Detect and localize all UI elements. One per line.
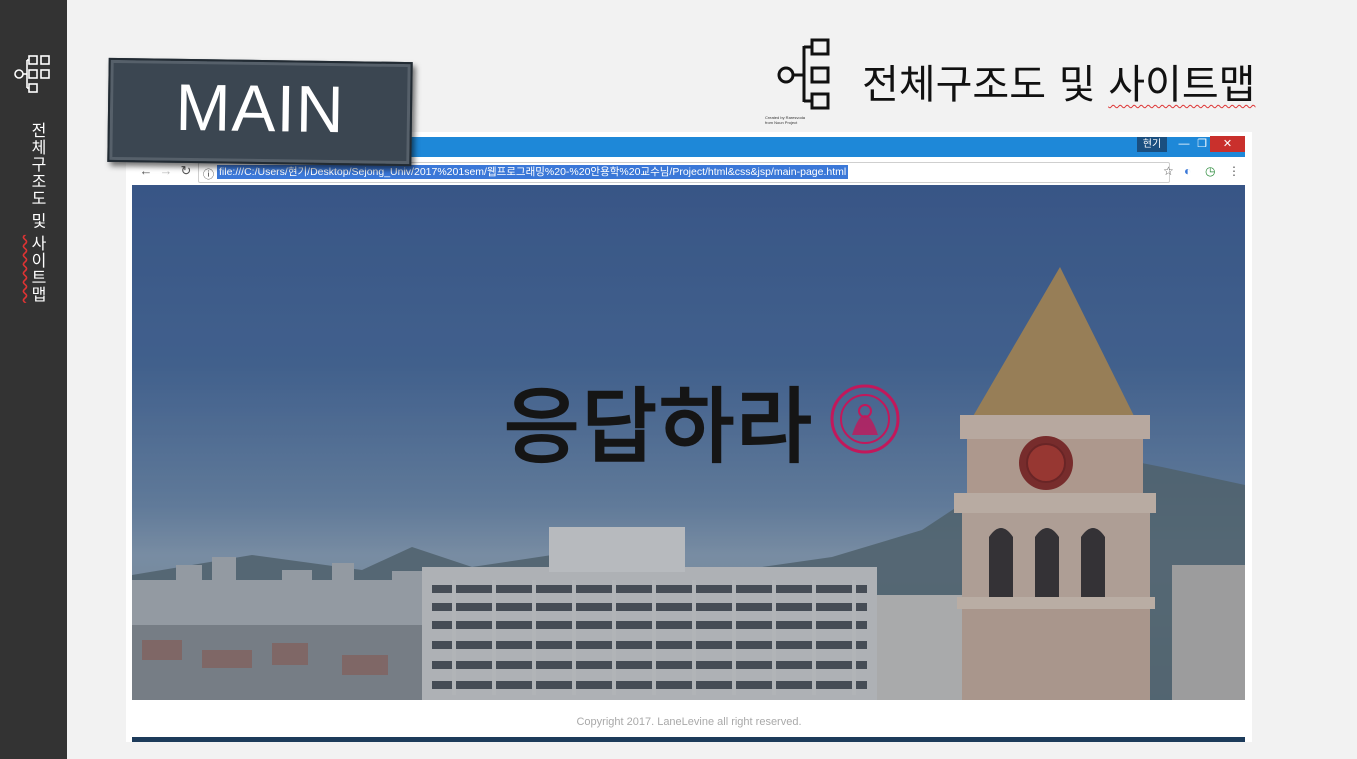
menu-icon[interactable]: ⋮ xyxy=(1228,164,1240,178)
star-icon[interactable]: ☆ xyxy=(1163,164,1174,178)
extension-icon[interactable]: ◐ xyxy=(1184,164,1191,178)
footer-copyright: Copyright 2017. LaneLevine all right res… xyxy=(576,716,802,728)
page-title: 전체구조도 및 사이트맵 xyxy=(862,52,1255,110)
minimize-icon[interactable]: — xyxy=(1174,136,1194,152)
arrow-right-icon[interactable]: → xyxy=(158,163,174,178)
extension-icon[interactable]: ◷ xyxy=(1205,164,1215,178)
address-text[interactable]: file:///C:/Users/현기/Desktop/Sejong_Univ/… xyxy=(217,165,849,179)
taskbar xyxy=(132,737,1245,742)
reload-icon[interactable]: ↻ xyxy=(178,163,194,179)
arrow-left-icon[interactable]: ← xyxy=(138,163,154,178)
icon-credit-line2: from Noun Project xyxy=(765,120,798,125)
page-title-marked: 사이트맵 xyxy=(1108,62,1256,108)
sidebar-title-marked: 사이트맵 xyxy=(28,234,45,303)
sitemap-icon xyxy=(14,55,50,93)
close-icon[interactable]: ✕ xyxy=(1210,136,1245,152)
section-label: MAIN xyxy=(175,69,346,147)
hero-logo-text: 응답하라 xyxy=(504,380,814,475)
page-title-prefix: 전체구조도 및 xyxy=(862,62,1109,108)
browser-screenshot: 현기 — ❐ ✕ ← → ↻ ⓘ file:///C:/Users/현기/Des… xyxy=(126,132,1252,742)
profile-chip[interactable]: 현기 xyxy=(1137,137,1167,152)
sidebar-title: 전체구조도 및 사이트맵 xyxy=(24,122,48,303)
left-rail: 전체구조도 및 사이트맵 xyxy=(0,0,67,759)
sitemap-icon xyxy=(777,38,830,110)
icon-credit: Created by Raresvoda from Noun Project xyxy=(765,115,825,125)
browser-titlebar xyxy=(284,137,1245,157)
campus-scene: 응답하라 xyxy=(132,185,1245,700)
university-seal-icon xyxy=(830,384,900,454)
section-label-plaque: MAIN xyxy=(107,57,413,167)
maximize-icon[interactable]: ❐ xyxy=(1192,136,1212,152)
hero-image: 응답하라 xyxy=(132,185,1245,700)
info-icon[interactable]: ⓘ xyxy=(203,166,214,182)
sidebar-title-prefix: 전체구조도 및 xyxy=(28,122,45,235)
